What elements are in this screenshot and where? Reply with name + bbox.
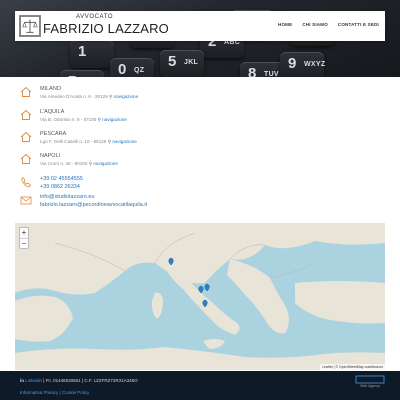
navigation-link[interactable]: ⚲ navigazione xyxy=(109,94,138,99)
site-logo[interactable]: AVVOCATO FABRIZIO LAZZARO xyxy=(19,13,169,39)
home-icon xyxy=(20,153,32,164)
zoom-control: + − xyxy=(19,227,29,249)
office-address: Via B. Odorisio n. 8 - 67100 ⚲ navigazio… xyxy=(40,117,127,122)
zoom-in-button[interactable]: + xyxy=(20,228,28,238)
phone-link-2[interactable]: +39 0862 26334 xyxy=(40,184,80,190)
hero-banner: 14GHI7PQRS2ABC5JKL8TUV3DEF6MNO9WXYZ0QZ A… xyxy=(0,0,400,77)
privacy-link[interactable]: Informativa Privacy xyxy=(20,390,58,395)
linkedin-icon: in xyxy=(20,378,24,383)
phone-link-1[interactable]: +39 02 45554555 xyxy=(40,176,83,182)
keypad-key: 0 QZ xyxy=(110,58,154,77)
home-icon xyxy=(20,109,32,120)
navigation-link[interactable]: ⚲ navigazione xyxy=(89,161,118,166)
office-city: L'AQUILA xyxy=(40,109,65,115)
navigation-link[interactable]: ⚲ navigazione xyxy=(108,139,137,144)
office-address: Lgo F. Gelli Caselli n. 10 - 65128 ⚲ nav… xyxy=(40,139,137,144)
footer-info: in Linkedin | P.I. 01446530661 | C.F. LZ… xyxy=(20,378,138,383)
site-header: AVVOCATO FABRIZIO LAZZARO HOME CHI SIAMO… xyxy=(15,11,385,41)
zoom-out-button[interactable]: − xyxy=(20,238,28,248)
agency-logo[interactable]: Web Agency xyxy=(355,375,385,388)
office-city: NAPOLI xyxy=(40,153,61,159)
office-address: Via Crom n. 40 - 80100 ⚲ navigazione xyxy=(40,161,118,166)
footer-links: Informativa Privacy | Cookie Policy xyxy=(20,390,90,395)
navigation-link[interactable]: ⚲ navigazione xyxy=(98,117,127,122)
nav-chi-siamo[interactable]: CHI SIAMO xyxy=(302,22,328,27)
linkedin-link[interactable]: Linkedin xyxy=(25,378,42,383)
home-icon xyxy=(20,131,32,142)
phone-icon xyxy=(21,176,32,188)
map-attribution: Leaflet | © OpenStreetMap contributors xyxy=(320,364,385,370)
envelope-icon xyxy=(20,196,32,205)
cookie-link[interactable]: Cookie Policy xyxy=(62,390,89,395)
site-footer: in Linkedin | P.I. 01446530661 | C.F. LZ… xyxy=(0,371,400,400)
nav-home[interactable]: HOME xyxy=(278,22,292,27)
email-link-1[interactable]: info@studiolazzaro.eu xyxy=(40,194,95,200)
main-nav: HOME CHI SIAMO CONTATTI E SEDI xyxy=(278,22,379,27)
home-icon xyxy=(20,86,32,97)
office-city: PESCARA xyxy=(40,131,67,137)
keypad-key: 9 WXYZ xyxy=(280,52,325,77)
agency-label: Web Agency xyxy=(360,384,380,388)
keypad-key: 1 xyxy=(70,40,114,68)
map-tiles xyxy=(15,223,385,370)
office-map[interactable]: + − Leaflet | © OpenStreetMap contributo… xyxy=(15,223,385,370)
scales-logo-icon xyxy=(19,15,41,37)
nav-contatti[interactable]: CONTATTI E SEDI xyxy=(338,22,379,27)
office-city: MILANO xyxy=(40,86,62,92)
logo-subtitle: AVVOCATO xyxy=(76,14,114,20)
company-info: | P.I. 01446530661 | C.F. LZZFRZ72R31A34… xyxy=(43,378,138,383)
logo-title: FABRIZIO LAZZARO xyxy=(43,21,169,36)
keypad-key: 7PQRS xyxy=(60,70,104,77)
keypad-key: 5 JKL xyxy=(160,50,204,77)
map-marker-icon[interactable] xyxy=(204,283,210,292)
email-link-2[interactable]: fabrizio.lazzaro@pecordineavvocatilaquil… xyxy=(40,202,147,208)
office-address: Via Amedeo D'Aosta n. 6 - 20129 ⚲ naviga… xyxy=(40,94,139,99)
keypad-key: 8 TUV xyxy=(240,62,284,77)
